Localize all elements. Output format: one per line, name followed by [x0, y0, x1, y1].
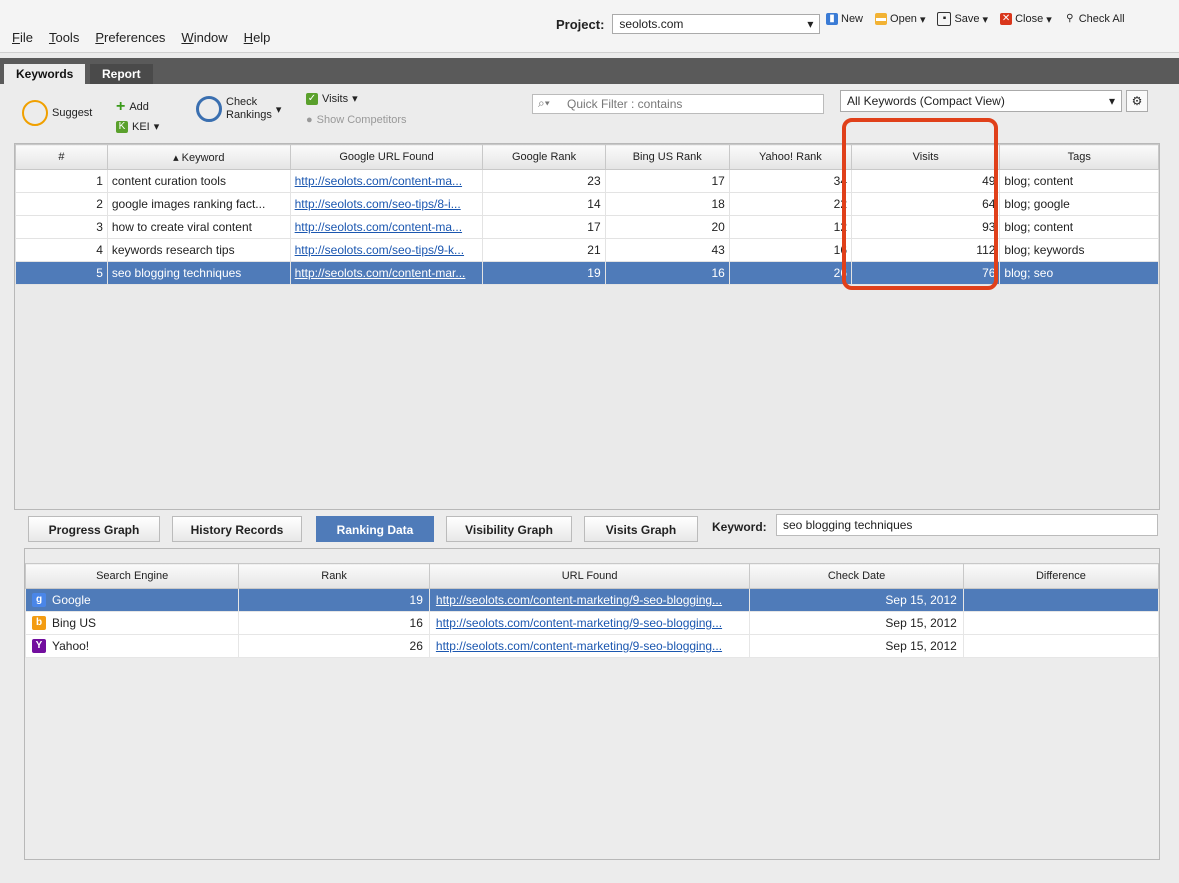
- keyword-field[interactable]: seo blogging techniques: [776, 514, 1158, 536]
- table-row[interactable]: b Bing US 16 http://seolots.com/content-m…: [24, 611, 1160, 635]
- keyword-label: Keyword:: [712, 520, 767, 534]
- chevron-down-icon: ▾: [807, 17, 814, 31]
- tab-progress-graph[interactable]: Progress Graph: [28, 516, 160, 542]
- visits-button[interactable]: ✓ Visits ▾: [306, 92, 358, 105]
- chevron-down-icon: ▾: [919, 13, 926, 26]
- tab-report[interactable]: Report: [90, 64, 153, 84]
- check-all-icon: ⚲: [1066, 13, 1074, 24]
- visits-icon: ✓: [306, 92, 318, 105]
- save-button[interactable]: ▪ Save ▾: [937, 12, 988, 26]
- google-icon: g: [32, 593, 46, 608]
- col-difference[interactable]: Difference: [962, 563, 1160, 589]
- col-rank[interactable]: Rank: [238, 563, 430, 589]
- close-button[interactable]: ✕ Close ▾: [1000, 13, 1052, 26]
- col-url-found[interactable]: URL Found: [428, 563, 751, 589]
- menu-file[interactable]: File: [12, 30, 33, 45]
- people-icon: ●: [306, 114, 313, 126]
- show-competitors-button[interactable]: ● Show Competitors: [306, 114, 407, 126]
- main-tabs: Keywords Report: [0, 58, 1179, 84]
- kei-icon: K: [116, 120, 128, 133]
- toolbar: Suggest + Add K KEI ▾ Check Rankings ▾ ✓…: [0, 84, 1179, 142]
- project-dropdown[interactable]: seolots.com ▾: [612, 14, 821, 34]
- search-icon: ⌕▾: [538, 96, 550, 110]
- main-menu: File Tools Preferences Window Help: [12, 30, 270, 45]
- folder-icon: ▬: [875, 13, 888, 25]
- menu-window[interactable]: Window: [181, 30, 227, 45]
- bing-icon: b: [32, 616, 46, 631]
- table-row-selected[interactable]: g Google 19 http://seolots.com/content-ma…: [24, 588, 1160, 612]
- project-selector: Project: seolots.com ▾: [556, 14, 821, 34]
- url-link[interactable]: http://seolots.com/content-ma...: [295, 220, 462, 234]
- tab-visits-graph[interactable]: Visits Graph: [584, 516, 698, 542]
- lightbulb-icon: [22, 100, 48, 126]
- new-button[interactable]: ▮ New: [826, 13, 863, 25]
- col-google-rank[interactable]: Google Rank: [482, 144, 606, 170]
- menu-preferences[interactable]: Preferences: [95, 30, 165, 45]
- menu-bar: File Tools Preferences Window Help Proje…: [0, 0, 1179, 53]
- quick-filter-input[interactable]: Quick Filter : contains: [532, 94, 824, 114]
- kei-button[interactable]: K KEI ▾: [116, 120, 159, 133]
- save-icon: ▪: [937, 12, 952, 26]
- url-link[interactable]: http://seolots.com/seo-tips/9-k...: [295, 243, 464, 257]
- col-search-engine[interactable]: Search Engine: [24, 563, 240, 589]
- project-value: seolots.com: [619, 17, 684, 31]
- bottom-tabs: Progress Graph History Records Ranking D…: [0, 512, 1179, 548]
- col-keyword[interactable]: ▴ Keyword: [106, 144, 291, 170]
- plus-icon: +: [116, 98, 126, 115]
- chevron-down-icon: ▾: [153, 121, 160, 133]
- gear-icon[interactable]: ⚙: [1126, 90, 1148, 112]
- check-label: Check: [226, 96, 258, 108]
- visits-column-highlight: [842, 118, 998, 290]
- url-link[interactable]: http://seolots.com/content-marketing/9-s…: [436, 616, 722, 630]
- tab-history-records[interactable]: History Records: [172, 516, 302, 542]
- chevron-down-icon: ▾: [1046, 13, 1052, 26]
- chevron-down-icon: ▾: [1108, 94, 1115, 108]
- suggest-button[interactable]: Suggest: [22, 100, 92, 126]
- url-link[interactable]: http://seolots.com/content-marketing/9-s…: [436, 593, 722, 607]
- tab-keywords[interactable]: Keywords: [4, 64, 86, 84]
- col-yahoo-rank[interactable]: Yahoo! Rank: [728, 144, 853, 170]
- yahoo-icon: Y: [32, 639, 46, 654]
- table-row[interactable]: Y Yahoo! 26 http://seolots.com/content-ma…: [24, 634, 1160, 658]
- ranking-grid: Search Engine Rank URL Found Check Date …: [24, 548, 1160, 860]
- view-dropdown[interactable]: All Keywords (Compact View) ▾: [840, 90, 1122, 112]
- app-window: File Tools Preferences Window Help Proje…: [0, 0, 1179, 883]
- add-button[interactable]: + Add: [116, 98, 149, 116]
- url-link[interactable]: http://seolots.com/content-mar...: [295, 266, 466, 280]
- rankings-label: Rankings: [226, 109, 272, 121]
- check-all-button[interactable]: ⚲ Check All: [1064, 13, 1125, 25]
- magnifier-icon: [196, 96, 222, 122]
- open-button[interactable]: ▬ Open ▾: [875, 13, 925, 26]
- new-doc-icon: ▮: [826, 13, 838, 25]
- tab-visibility-graph[interactable]: Visibility Graph: [446, 516, 572, 542]
- check-rankings-button[interactable]: Check Rankings ▾: [196, 96, 281, 122]
- col-bing-rank[interactable]: Bing US Rank: [604, 144, 730, 170]
- tab-ranking-data[interactable]: Ranking Data: [316, 516, 434, 542]
- url-link[interactable]: http://seolots.com/seo-tips/8-i...: [295, 197, 461, 211]
- url-link[interactable]: http://seolots.com/content-marketing/9-s…: [436, 639, 722, 653]
- chevron-down-icon: ▾: [352, 93, 358, 105]
- url-link[interactable]: http://seolots.com/content-ma...: [295, 174, 462, 188]
- col-tags[interactable]: Tags: [999, 144, 1159, 170]
- menu-tools[interactable]: Tools: [49, 30, 79, 45]
- col-google-url[interactable]: Google URL Found: [289, 144, 484, 170]
- project-actions: ▮ New ▬ Open ▾ ▪ Save ▾ ✕ Close ▾ ⚲ Check All: [826, 12, 1125, 26]
- close-icon: ✕: [1000, 13, 1013, 25]
- project-label: Project:: [556, 16, 605, 32]
- ranking-table: Search Engine Rank URL Found Check Date …: [24, 563, 1160, 658]
- col-number[interactable]: #: [15, 144, 108, 170]
- sort-up-icon: ▴: [173, 151, 182, 164]
- chevron-down-icon: ▾: [275, 103, 282, 116]
- chevron-down-icon: ▾: [982, 13, 989, 26]
- table-header: Search Engine Rank URL Found Check Date …: [24, 563, 1160, 589]
- menu-help[interactable]: Help: [244, 30, 271, 45]
- col-check-date[interactable]: Check Date: [749, 563, 964, 589]
